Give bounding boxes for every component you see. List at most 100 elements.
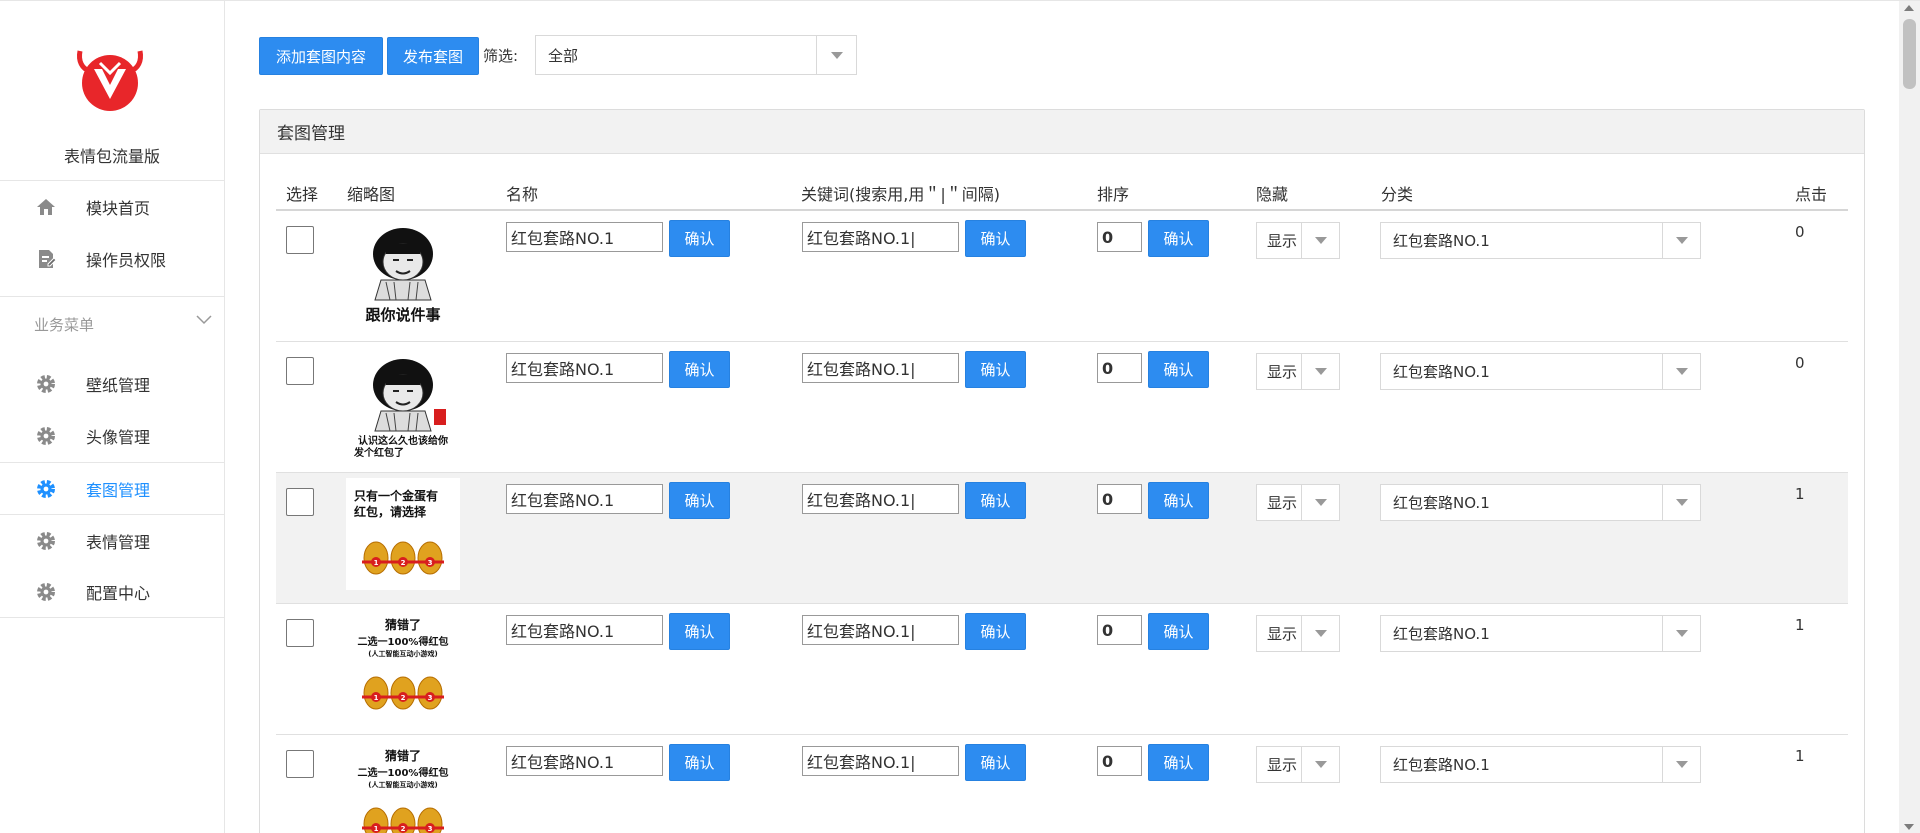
row-checkbox[interactable]	[286, 750, 314, 778]
category-value: 红包套路NO.1	[1393, 756, 1490, 774]
gear-icon	[34, 580, 58, 604]
scroll-up-icon[interactable]	[1904, 5, 1914, 11]
publish-photoset-button[interactable]: 发布套图	[387, 37, 479, 75]
filter-label: 筛选:	[483, 47, 519, 65]
visibility-select[interactable]: 显示	[1256, 222, 1340, 259]
bull-logo-icon	[77, 50, 143, 111]
category-value: 红包套路NO.1	[1393, 232, 1490, 250]
name-input[interactable]: 红包套路NO.1	[506, 484, 663, 514]
filter-select-value: 全部	[548, 46, 579, 65]
order-input[interactable]: 0	[1097, 484, 1142, 514]
col-hidden: 隐藏	[1256, 185, 1289, 204]
keywords-input[interactable]: 红包套路NO.1|	[802, 222, 959, 252]
category-select[interactable]: 红包套路NO.1	[1380, 615, 1701, 652]
sidebar-item-home[interactable]: 模块首页	[0, 181, 224, 233]
confirm-keywords-button[interactable]: 确认	[965, 482, 1026, 519]
sidebar-item-wallpaper[interactable]: 壁纸管理	[0, 358, 224, 410]
visibility-value: 显示	[1267, 756, 1298, 774]
category-select[interactable]: 红包套路NO.1	[1380, 746, 1701, 783]
confirm-order-button[interactable]: 确认	[1148, 613, 1209, 650]
visibility-value: 显示	[1267, 625, 1298, 643]
category-select[interactable]: 红包套路NO.1	[1380, 484, 1701, 521]
name-input[interactable]: 红包套路NO.1	[506, 746, 663, 776]
keywords-input[interactable]: 红包套路NO.1|	[802, 746, 959, 776]
keywords-input[interactable]: 红包套路NO.1|	[802, 353, 959, 383]
visibility-select[interactable]: 显示	[1256, 353, 1340, 390]
confirm-order-button[interactable]: 确认	[1148, 220, 1209, 257]
confirm-order-button[interactable]: 确认	[1148, 482, 1209, 519]
gear-icon	[34, 529, 58, 553]
order-input[interactable]: 0	[1097, 746, 1142, 776]
sidebar-item-avatar[interactable]: 头像管理	[0, 410, 224, 462]
gear-icon	[34, 477, 58, 501]
table-row: 猜错了 二选一100%得红包 (人工智能互动小游戏) 1 2 3 红包套路NO.1 确认 红包套…	[276, 735, 1848, 833]
col-order: 排序	[1097, 185, 1130, 204]
scroll-thumb[interactable]	[1903, 19, 1916, 89]
col-thumbnail: 缩略图	[347, 185, 396, 204]
confirm-keywords-button[interactable]: 确认	[965, 613, 1026, 650]
order-input[interactable]: 0	[1097, 222, 1142, 252]
confirm-order-button[interactable]: 确认	[1148, 351, 1209, 388]
row-checkbox[interactable]	[286, 226, 314, 254]
thumbnail-caption: (人工智能互动小游戏)	[368, 649, 437, 658]
col-category: 分类	[1381, 185, 1414, 204]
caret-down-icon	[1301, 616, 1339, 651]
vertical-scrollbar[interactable]	[1899, 1, 1920, 833]
caret-down-icon	[1662, 223, 1700, 258]
confirm-keywords-button[interactable]: 确认	[965, 351, 1026, 388]
golden-eggs: 1 2 3	[362, 676, 444, 710]
sidebar-item-label: 配置中心	[86, 583, 151, 603]
thumbnail-image: 猜错了二选一100%得红包(人工智能互动小游戏) 1 2 3	[346, 740, 460, 833]
table-row: 跟你说件事 红包套路NO.1 确认 红包套路NO.1| 确认 0 确认 显示 红包套路NO.1 0	[276, 211, 1848, 342]
scroll-down-icon[interactable]	[1904, 824, 1914, 830]
sidebar-item-label: 壁纸管理	[86, 376, 151, 395]
caret-down-icon	[1662, 354, 1700, 389]
thumbnail-image: 只有一个金蛋有红包，请选择 1 2 3	[346, 478, 460, 590]
caret-down-icon	[1662, 747, 1700, 782]
name-input[interactable]: 红包套路NO.1	[506, 353, 663, 383]
confirm-keywords-button[interactable]: 确认	[965, 744, 1026, 781]
name-input[interactable]: 红包套路NO.1	[506, 222, 663, 252]
confirm-name-button[interactable]: 确认	[669, 482, 730, 519]
keywords-input[interactable]: 红包套路NO.1|	[802, 615, 959, 645]
sidebar-item-label: 头像管理	[86, 428, 151, 447]
keywords-input[interactable]: 红包套路NO.1|	[802, 484, 959, 514]
thumbnail-caption: 跟你说件事	[365, 306, 440, 324]
add-photoset-button[interactable]: 添加套图内容	[259, 37, 383, 75]
visibility-select[interactable]: 显示	[1256, 615, 1340, 652]
svg-text:2: 2	[401, 559, 406, 567]
menu-group-business[interactable]: 业务菜单	[0, 296, 224, 352]
row-checkbox[interactable]	[286, 488, 314, 516]
confirm-name-button[interactable]: 确认	[669, 744, 730, 781]
confirm-keywords-button[interactable]: 确认	[965, 220, 1026, 257]
brand: 表情包流量版	[0, 1, 224, 181]
sidebar-item-sticker[interactable]: 表情管理	[0, 514, 224, 566]
confirm-name-button[interactable]: 确认	[669, 613, 730, 650]
thumbnail-caption: (人工智能互动小游戏)	[368, 780, 437, 789]
visibility-select[interactable]: 显示	[1256, 484, 1340, 521]
row-checkbox[interactable]	[286, 357, 314, 385]
col-clicks: 点击	[1795, 185, 1828, 204]
row-checkbox[interactable]	[286, 619, 314, 647]
confirm-order-button[interactable]: 确认	[1148, 744, 1209, 781]
caret-down-icon	[1301, 354, 1339, 389]
sidebar-item-photoset[interactable]: 套图管理	[0, 462, 224, 514]
col-keywords: 关键词(搜索用,用＂|＂间隔)	[801, 185, 1000, 204]
svg-text:1: 1	[374, 559, 379, 567]
sidebar-item-operator-permissions[interactable]: 操作员权限	[0, 233, 224, 285]
click-count: 1	[1795, 485, 1805, 503]
thumbnail-image: 猜错了二选一100%得红包(人工智能互动小游戏) 1 2 3	[346, 609, 460, 721]
category-select[interactable]: 红包套路NO.1	[1380, 353, 1701, 390]
category-select[interactable]: 红包套路NO.1	[1380, 222, 1701, 259]
click-count: 0	[1795, 223, 1805, 241]
svg-text:1: 1	[374, 825, 379, 833]
filter-select[interactable]: 全部	[535, 35, 857, 75]
confirm-name-button[interactable]: 确认	[669, 351, 730, 388]
visibility-select[interactable]: 显示	[1256, 746, 1340, 783]
sidebar-item-config[interactable]: 配置中心	[0, 566, 224, 618]
order-input[interactable]: 0	[1097, 615, 1142, 645]
brand-name: 表情包流量版	[63, 147, 160, 166]
confirm-name-button[interactable]: 确认	[669, 220, 730, 257]
order-input[interactable]: 0	[1097, 353, 1142, 383]
name-input[interactable]: 红包套路NO.1	[506, 615, 663, 645]
